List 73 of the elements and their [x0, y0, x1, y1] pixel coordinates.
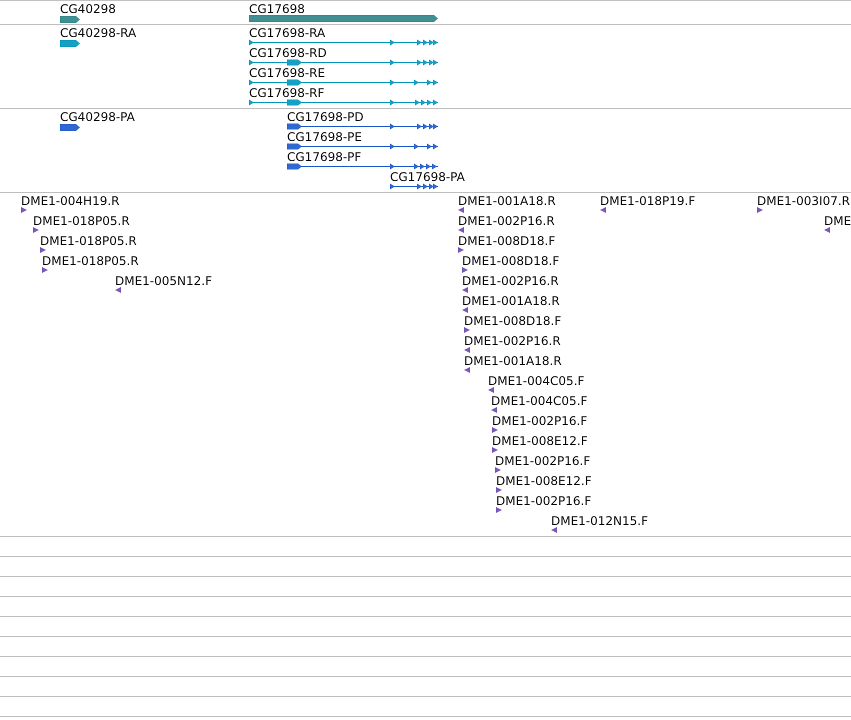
feature-label: DME1-008E12.F: [496, 474, 592, 488]
triangle-marker-icon[interactable]: [464, 367, 470, 373]
feature-label: DME1-008D18.F: [462, 254, 560, 268]
feature-label: DME1-001A18.R: [464, 354, 562, 368]
triangle-marker-icon[interactable]: [492, 427, 498, 433]
feature-label: CG17698-RD: [249, 46, 327, 60]
feature-label: CG17698-PE: [287, 130, 362, 144]
transcript-model[interactable]: [390, 183, 438, 190]
transcript-model[interactable]: [287, 143, 438, 150]
feature-label: CG17698: [249, 2, 305, 16]
triangle-marker-icon[interactable]: [491, 407, 497, 413]
feature-label: DME1-002P16.R: [464, 334, 561, 348]
triangle-marker-icon[interactable]: [464, 327, 470, 333]
triangle-marker-icon[interactable]: [462, 307, 468, 313]
triangle-marker-icon[interactable]: [458, 247, 464, 253]
triangle-marker-icon[interactable]: [495, 467, 501, 473]
feature-label: DME1-002P16.R: [458, 214, 555, 228]
feature-label: CG17698-RA: [249, 26, 326, 40]
triangle-marker-icon[interactable]: [462, 267, 468, 273]
gene-bar[interactable]: [60, 124, 80, 131]
feature-label: DME1-003I07.R: [757, 194, 850, 208]
feature-label: DME1-008D18.F: [458, 234, 556, 248]
gene-bar[interactable]: [60, 16, 80, 23]
feature-label: DME1-004C05.F: [491, 394, 588, 408]
triangle-marker-icon[interactable]: [33, 227, 39, 233]
feature-label: CG40298-RA: [60, 26, 136, 40]
triangle-marker-icon[interactable]: [458, 227, 464, 233]
triangle-marker-icon[interactable]: [551, 527, 557, 533]
triangle-marker-icon[interactable]: [496, 507, 502, 513]
feature-label: CG17698-RF: [249, 86, 324, 100]
triangle-marker-icon[interactable]: [462, 287, 468, 293]
feature-label: DME1-008D18.F: [464, 314, 562, 328]
feature-label: DME1-018P05.R: [40, 234, 137, 248]
gene-bar[interactable]: [60, 40, 80, 47]
feature-label: DME1-018P05.R: [42, 254, 139, 268]
feature-label: CG17698-RE: [249, 66, 326, 80]
triangle-marker-icon[interactable]: [488, 387, 494, 393]
triangle-marker-icon[interactable]: [40, 247, 46, 253]
feature-label: DME1-018P19.F: [600, 194, 696, 208]
feature-label: DME1-001A18.R: [458, 194, 556, 208]
feature-label: CG17698-PD: [287, 110, 364, 124]
feature-label: DME1-004C05.F: [488, 374, 584, 388]
feature-label: DME1-002P16.F: [495, 454, 590, 468]
feature-label: CG40298: [60, 2, 116, 16]
feature-label: DME1-005N12.F: [115, 274, 212, 288]
feature-label: CG40298-PA: [60, 110, 135, 124]
triangle-marker-icon[interactable]: [600, 207, 606, 213]
feature-label: DME1-001A18.R: [462, 294, 560, 308]
triangle-marker-icon[interactable]: [42, 267, 48, 273]
transcript-model[interactable]: [249, 79, 438, 86]
feature-label: DME1-004H19.R: [21, 194, 120, 208]
transcript-model[interactable]: [249, 39, 438, 46]
feature-label: DME: [824, 214, 851, 228]
transcript-model[interactable]: [287, 123, 438, 130]
feature-label: DME1-018P05.R: [33, 214, 130, 228]
triangle-marker-icon[interactable]: [496, 487, 502, 493]
feature-label: DME1-008E12.F: [492, 434, 588, 448]
transcript-model[interactable]: [249, 99, 438, 106]
transcript-model[interactable]: [249, 59, 438, 66]
triangle-marker-icon[interactable]: [824, 227, 830, 233]
triangle-marker-icon[interactable]: [464, 347, 470, 353]
feature-label: DME1-002P16.F: [492, 414, 588, 428]
feature-label: DME1-002P16.F: [496, 494, 592, 508]
feature-label: CG17698-PA: [390, 170, 465, 184]
triangle-marker-icon[interactable]: [757, 207, 763, 213]
triangle-marker-icon[interactable]: [458, 207, 464, 213]
feature-label: DME1-012N15.F: [551, 514, 648, 528]
transcript-model[interactable]: [287, 163, 438, 170]
triangle-marker-icon[interactable]: [115, 287, 121, 293]
feature-label: CG17698-PF: [287, 150, 362, 164]
triangle-marker-icon[interactable]: [21, 207, 27, 213]
feature-label: DME1-002P16.R: [462, 274, 559, 288]
triangle-marker-icon[interactable]: [492, 447, 498, 453]
